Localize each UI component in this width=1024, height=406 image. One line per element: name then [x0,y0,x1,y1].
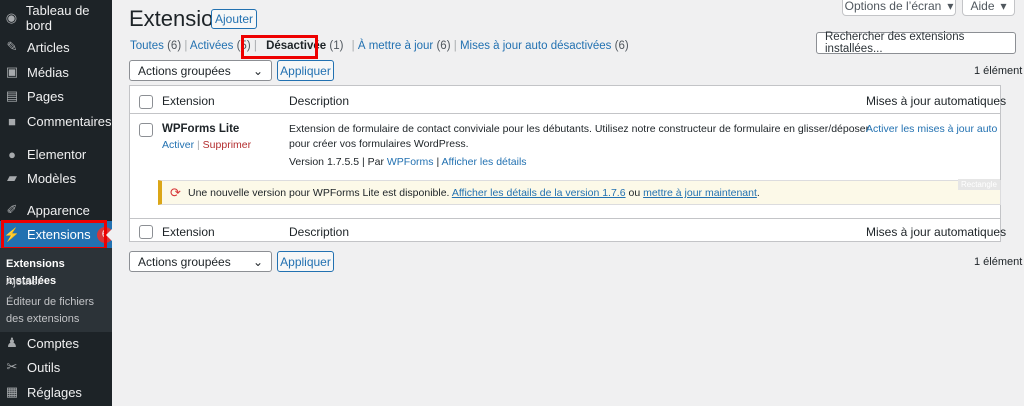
delete-link[interactable]: Supprimer [203,139,251,151]
admin-sidebar: ◉ Tableau de bord ✎ Articles ▣ Médias ▤ Page… [0,0,113,406]
filter-upgrade[interactable]: À mettre à jour (6) [358,40,451,52]
apply-button-bottom[interactable]: Appliquer [277,251,334,272]
activate-link[interactable]: Activer [162,139,194,151]
label: Pages [27,88,64,104]
label: Elementor [27,146,87,162]
view-details-link[interactable]: Afficher les détails [442,156,527,168]
label: Modèles [27,170,77,186]
current-menu-arrow [106,228,113,242]
plugin-meta: Version 1.7.5.5 | Par WPForms | Afficher… [289,156,527,168]
select-all-checkbox-bottom[interactable] [139,225,153,239]
item-count-top: 1 élément [974,65,1023,77]
select-all-checkbox[interactable] [139,95,153,109]
highlight-box [241,35,318,59]
table-footer: Extension Description Mises à jour autom… [130,218,1006,242]
label: Comptes [27,335,80,351]
dashboard-icon: ◉ [5,10,18,25]
plugins-table: Extension Description Mises à jour autom… [129,85,1006,242]
plugin-description: Extension de formulaire de contact convi… [289,123,870,135]
rectangle-tag: Rectangle [957,179,1000,190]
sidebar-item-articles[interactable]: ✎ Articles [0,34,112,60]
enable-auto-updates-link[interactable]: Activer les mises à jour auto [866,123,997,135]
sidebar-item-elementor[interactable]: ● Elementor [0,141,112,167]
submenu-add[interactable]: Ajouter [6,274,41,291]
user-icon: ♟ [6,335,18,350]
table-header: Extension Description Mises à jour autom… [130,86,1006,114]
col-description: Description [289,94,350,108]
update-now-link[interactable]: mettre à jour maintenant [643,187,757,199]
view-version-details-link[interactable]: Afficher les détails de la version 1.7.6 [452,187,626,199]
add-plugin-button[interactable]: Ajouter [211,9,257,29]
chevron-down-icon: ⌄ [252,63,263,78]
caret-down-icon: ▾ [1000,0,1007,13]
chevron-down-icon: ⌄ [252,254,263,269]
col-extension: Extension [162,94,215,108]
label: Actions groupées [138,63,231,78]
plugin-description-2: pour créer vos formulaires WordPress. [289,138,469,150]
sidebar-item-medias[interactable]: ▣ Médias [0,59,112,85]
sidebar-item-comptes[interactable]: ♟ Comptes [0,330,112,356]
label: Outils [27,359,61,375]
col-auto-updates: Mises à jour automatiques [866,225,1007,239]
folder-icon: ▰ [7,170,17,185]
bulk-actions-select-top[interactable]: Actions groupées ⌄ [129,60,272,81]
label: Tableau de bord [25,3,90,33]
filter-links: Toutes (6) | Activées (5) | Désactivée (… [130,40,629,52]
notice-text: Une nouvelle version pour WPForms Lite e… [188,187,760,199]
sidebar-item-pages[interactable]: ▤ Pages [0,83,112,109]
label: Réglages [27,384,82,400]
sidebar-item-comments[interactable]: ■ Commentaires [0,108,112,134]
label: Aide [970,0,995,13]
update-icon: ⟳ [170,185,181,200]
bulk-actions-select-bottom[interactable]: Actions groupées ⌄ [129,251,272,272]
sidebar-item-reglages[interactable]: ▦ Réglages [0,379,112,405]
media-icon: ▣ [5,64,19,79]
pin-icon: ✎ [6,39,18,54]
elementor-icon: ● [8,146,16,162]
settings-icon: ▦ [5,384,19,399]
pages-icon: ▤ [5,88,19,103]
brush-icon: ✐ [6,202,18,217]
sidebar-item-dashboard[interactable]: ◉ Tableau de bord [0,3,112,33]
author-link[interactable]: WPForms [387,156,434,168]
plugin-name: WPForms Lite [162,123,240,135]
filter-all[interactable]: Toutes (6) [130,40,181,52]
label: Commentaires [27,113,112,129]
submenu-editor[interactable]: Éditeur de fichiers des extensions [6,294,110,328]
wrench-icon: ✂ [6,359,18,374]
label: Actions groupées [138,254,231,269]
col-description: Description [289,225,350,239]
comment-icon: ■ [8,113,16,129]
highlight-box [1,220,107,250]
col-auto-updates: Mises à jour automatiques [866,94,1007,108]
sidebar-item-outils[interactable]: ✂ Outils [0,354,112,380]
update-notice: ⟳ Une nouvelle version pour WPForms Lite… [158,179,1001,205]
search-plugins-input[interactable]: Rechercher des extensions installées... [816,31,1016,55]
col-extension: Extension [162,225,215,239]
label: Médias [27,64,69,80]
row-checkbox[interactable] [139,123,153,137]
label: Articles [27,39,70,55]
label: Apparence [27,202,90,218]
help-button[interactable]: Aide ▾ [962,0,1015,16]
item-count-bottom: 1 élément [974,256,1023,268]
extensions-submenu: Extensions installées Ajouter Éditeur de… [0,248,112,332]
caret-down-icon: ▾ [947,0,954,13]
apply-button-top[interactable]: Appliquer [277,60,334,81]
screen-options-button[interactable]: Options de l’écran ▾ [842,0,956,16]
label: Options de l’écran [844,0,942,13]
filter-auto-updates-disabled[interactable]: Mises à jour auto désactivées (6) [460,40,629,52]
sidebar-item-modeles[interactable]: ▰ Modèles [0,165,112,191]
